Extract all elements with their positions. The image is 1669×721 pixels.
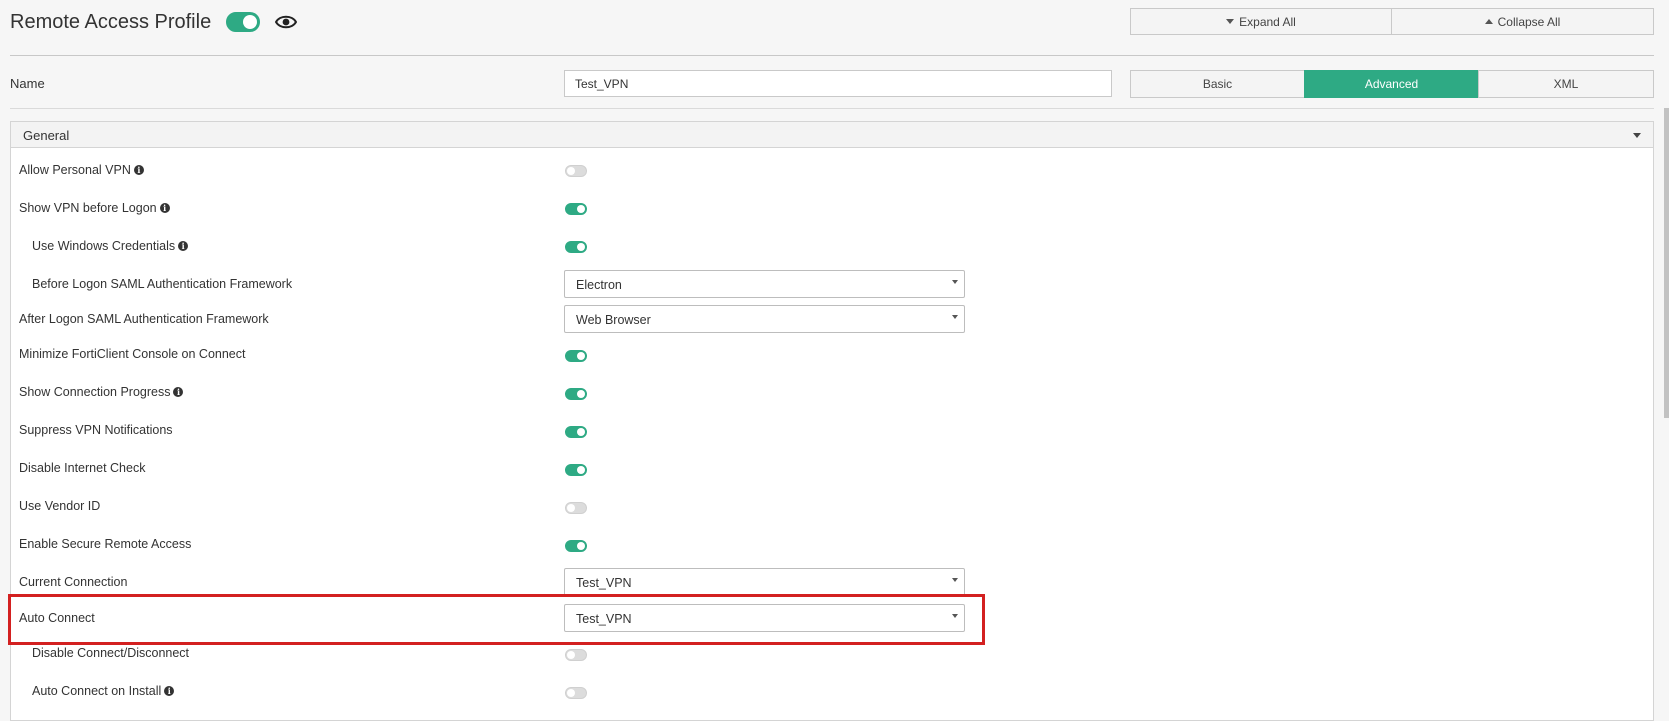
info-icon: i bbox=[164, 686, 175, 696]
dropdown-caret-icon bbox=[952, 578, 958, 582]
current-connection-select[interactable]: Test_VPN bbox=[564, 568, 965, 596]
disable-internet-check-toggle[interactable] bbox=[565, 464, 587, 476]
disable-internet-check-label: Disable Internet Check bbox=[19, 461, 146, 475]
disable-connect-disconnect-label: Disable Connect/Disconnect bbox=[32, 646, 190, 660]
auto-connect-on-install-toggle[interactable] bbox=[565, 687, 587, 699]
name-label: Name bbox=[10, 76, 45, 91]
dropdown-caret-icon bbox=[952, 280, 958, 284]
caret-up-icon bbox=[1484, 19, 1493, 24]
expand-all-button[interactable]: Expand All bbox=[1130, 8, 1392, 35]
info-icon: i bbox=[178, 241, 189, 251]
info-icon: i bbox=[173, 387, 184, 397]
before-logon-saml-label: Before Logon SAML Authentication Framewo… bbox=[32, 277, 293, 291]
header-divider bbox=[10, 55, 1654, 56]
allow-personal-vpn-toggle[interactable] bbox=[565, 165, 587, 177]
use-vendor-id-toggle[interactable] bbox=[565, 502, 587, 514]
highlight-box bbox=[8, 594, 985, 645]
name-divider bbox=[10, 108, 1654, 109]
panel-title: General bbox=[23, 128, 70, 143]
show-connection-progress-label: Show Connection Progress i bbox=[19, 385, 184, 399]
general-panel-header[interactable]: General bbox=[11, 122, 1653, 148]
select-value: Test_VPN bbox=[576, 576, 632, 590]
mode-xml-button[interactable]: XML bbox=[1478, 70, 1654, 98]
dropdown-caret-icon bbox=[952, 315, 958, 319]
minimize-console-label: Minimize FortiClient Console on Connect bbox=[19, 347, 246, 361]
disable-connect-disconnect-toggle[interactable] bbox=[565, 649, 587, 661]
mode-basic-button[interactable]: Basic bbox=[1130, 70, 1305, 98]
minimize-console-toggle[interactable] bbox=[565, 350, 587, 362]
before-logon-saml-select[interactable]: Electron bbox=[564, 270, 965, 298]
collapse-all-button[interactable]: Collapse All bbox=[1391, 8, 1654, 35]
show-connection-progress-toggle[interactable] bbox=[565, 388, 587, 400]
caret-down-icon bbox=[1226, 19, 1235, 24]
auto-connect-on-install-label: Auto Connect on Install i bbox=[32, 684, 175, 698]
name-input[interactable] bbox=[564, 70, 1112, 97]
use-windows-credentials-toggle[interactable] bbox=[565, 241, 587, 253]
use-windows-credentials-label: Use Windows Credentials i bbox=[32, 239, 189, 253]
current-connection-label: Current Connection bbox=[19, 575, 128, 589]
suppress-vpn-notifications-label: Suppress VPN Notifications bbox=[19, 423, 173, 437]
expand-all-label: Expand All bbox=[1239, 14, 1296, 29]
mode-advanced-button[interactable]: Advanced bbox=[1304, 70, 1479, 98]
chevron-down-icon[interactable] bbox=[1633, 133, 1641, 138]
enable-secure-remote-access-toggle[interactable] bbox=[565, 540, 587, 552]
eye-icon[interactable] bbox=[275, 14, 297, 30]
select-value: Electron bbox=[576, 278, 622, 292]
allow-personal-vpn-label: Allow Personal VPN i bbox=[19, 163, 144, 177]
suppress-vpn-notifications-toggle[interactable] bbox=[565, 426, 587, 438]
enable-secure-remote-access-label: Enable Secure Remote Access bbox=[19, 537, 192, 551]
scrollbar[interactable] bbox=[1664, 108, 1669, 418]
info-icon: i bbox=[133, 165, 144, 175]
use-vendor-id-label: Use Vendor ID bbox=[19, 499, 101, 513]
after-logon-saml-select[interactable]: Web Browser bbox=[564, 305, 965, 333]
collapse-all-label: Collapse All bbox=[1497, 14, 1561, 29]
profile-enabled-toggle[interactable] bbox=[226, 12, 260, 32]
info-icon: i bbox=[159, 203, 170, 213]
after-logon-saml-label: After Logon SAML Authentication Framewor… bbox=[19, 312, 269, 326]
page-title: Remote Access Profile bbox=[10, 11, 212, 33]
show-vpn-before-logon-toggle[interactable] bbox=[565, 203, 587, 215]
show-vpn-before-logon-label: Show VPN before Logon i bbox=[19, 201, 170, 215]
select-value: Web Browser bbox=[576, 313, 651, 327]
